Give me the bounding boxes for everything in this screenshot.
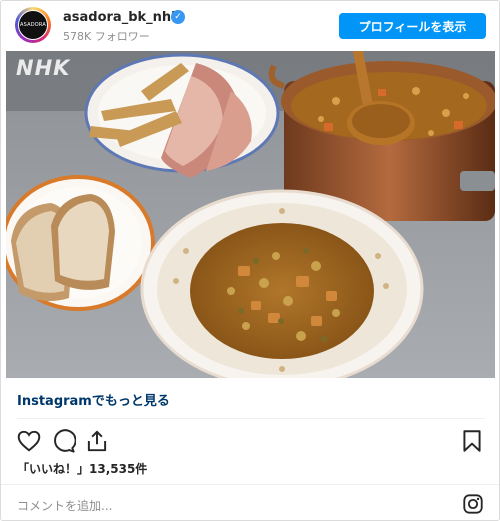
view-profile-button[interactable]: プロフィールを表示 [339,13,486,39]
view-more-on-instagram-link[interactable]: Instagramでもっと見る [17,390,170,409]
username[interactable]: asadora_bk_nhk [63,10,180,25]
avatar-image: ASADORA [18,10,48,40]
share-icon[interactable] [84,428,110,454]
instagram-logo-icon[interactable] [462,493,484,515]
heart-icon[interactable] [16,428,42,454]
instagram-embed-card: ASADORA asadora_bk_nhk ✓ 578K フォロワー プロフィ… [0,0,500,521]
divider [17,418,485,419]
food-photo-image [6,51,495,378]
add-comment-link[interactable]: コメントを追加... [17,497,112,514]
post-header: ASADORA asadora_bk_nhk ✓ 578K フォロワー プロフィ… [1,1,499,49]
like-count[interactable]: 「いいね！」13,535件 [17,460,147,477]
follower-count: 578K フォロワー [63,30,150,43]
divider [1,484,499,485]
comment-icon[interactable] [50,428,76,454]
bookmark-icon[interactable] [459,428,485,454]
post-photo[interactable]: NHK [6,51,495,378]
verified-badge-icon: ✓ [171,10,185,24]
nhk-watermark: NHK [16,56,71,80]
avatar[interactable]: ASADORA [15,7,51,43]
